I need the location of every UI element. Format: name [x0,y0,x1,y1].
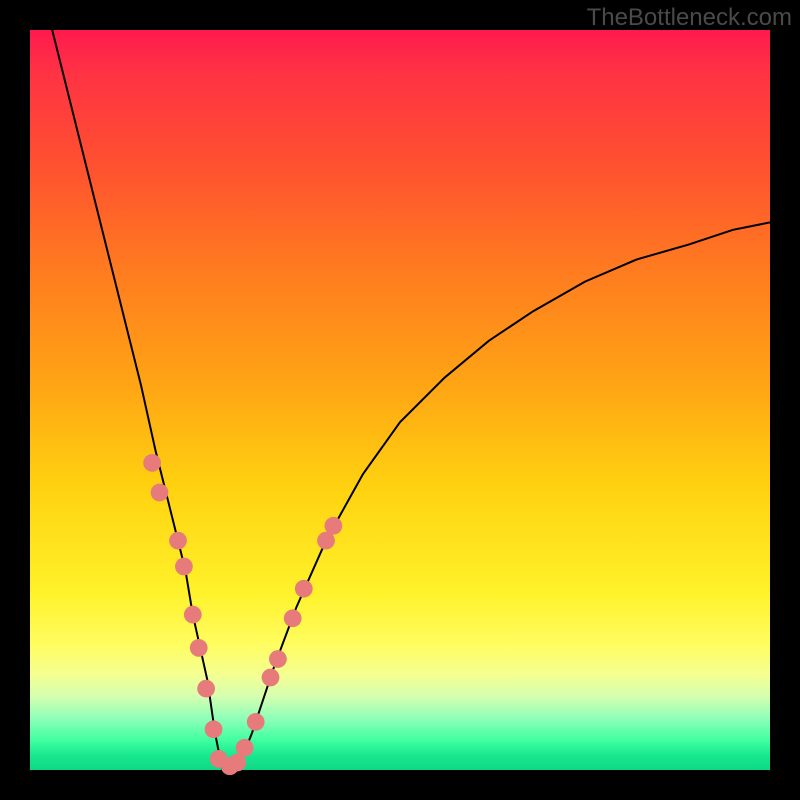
marker-point [151,484,169,502]
marker-point [175,558,193,576]
marker-point [284,609,302,627]
watermark-text: TheBottleneck.com [587,4,792,32]
marker-point [325,517,343,535]
marker-group [143,454,342,775]
marker-point [143,454,161,472]
curve-svg [30,30,770,770]
marker-point [262,669,280,687]
marker-point [169,532,187,550]
marker-point [236,739,254,757]
marker-point [184,606,202,624]
marker-point [190,639,208,657]
marker-point [247,713,265,731]
marker-point [197,680,215,698]
marker-point [269,650,287,668]
marker-point [205,720,223,738]
marker-point [295,580,313,598]
bottleneck-curve [52,30,770,770]
chart-frame: TheBottleneck.com [0,0,800,800]
plot-area [30,30,770,770]
